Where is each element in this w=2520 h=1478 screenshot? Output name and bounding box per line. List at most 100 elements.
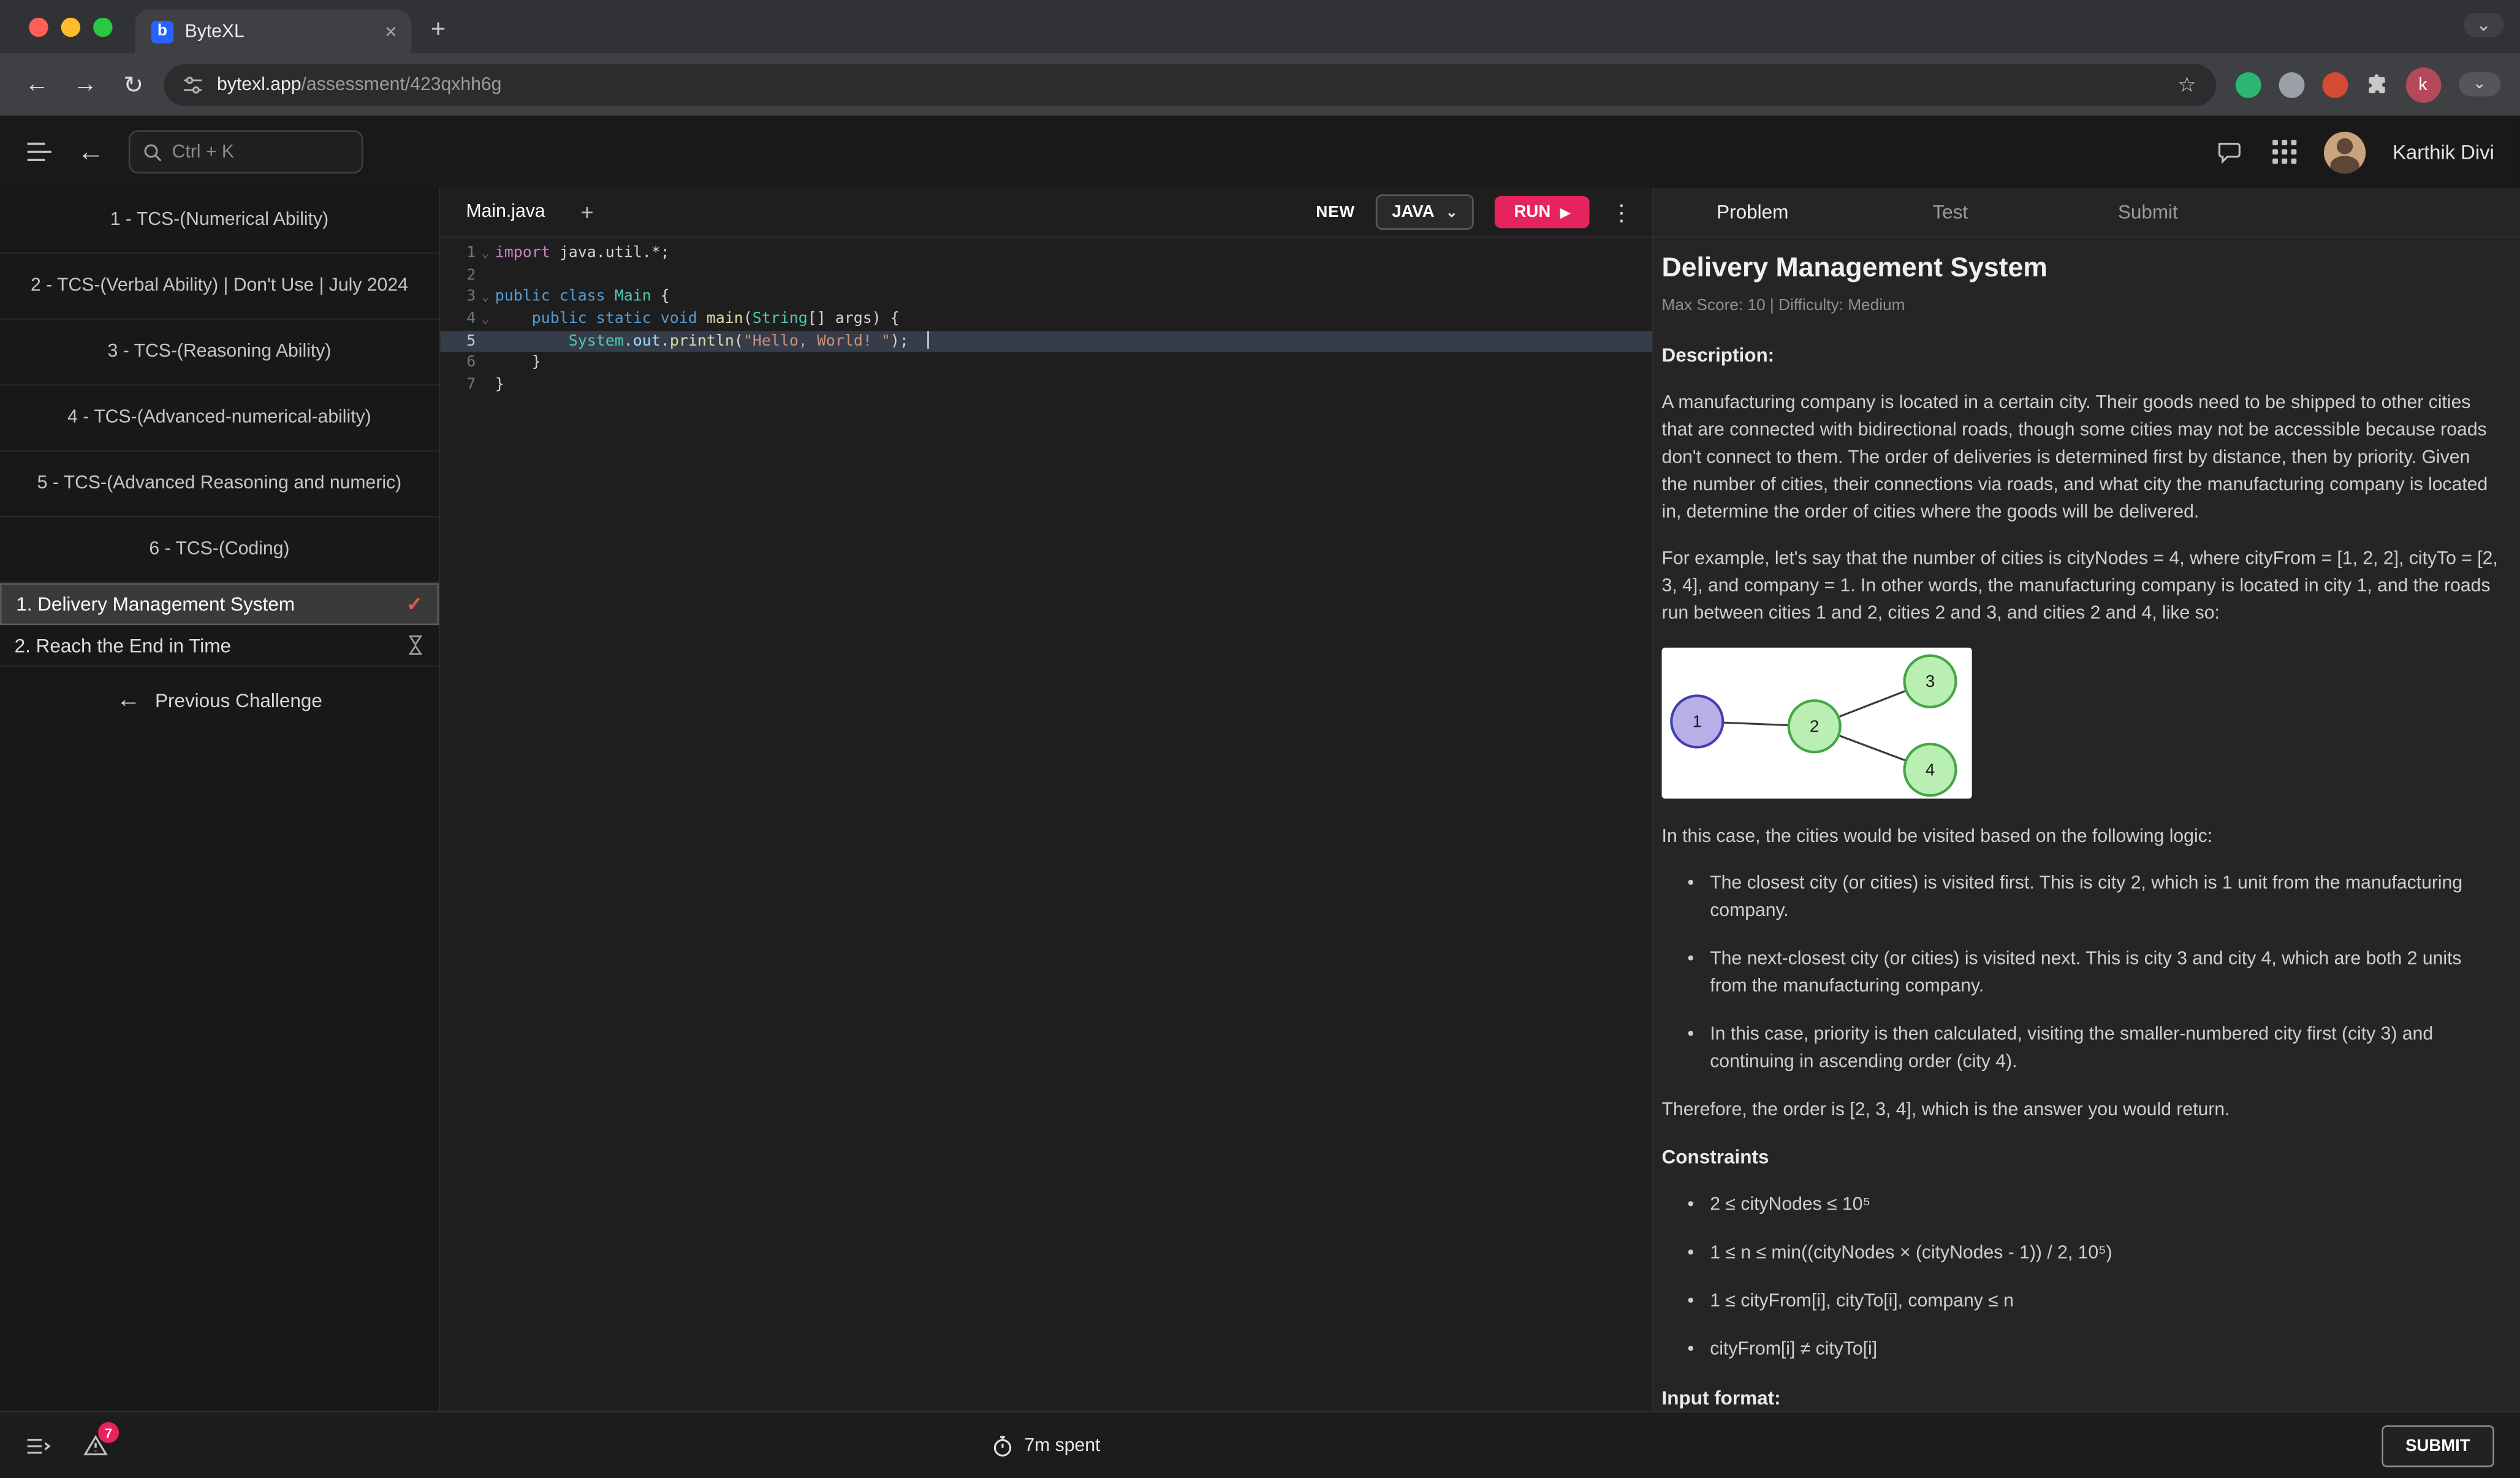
user-avatar[interactable]	[2323, 131, 2365, 173]
browser-toolbar: ← → ↻ bytexl.app/assessment/423qxhh6g ☆ …	[0, 53, 2520, 116]
browser-profile-avatar[interactable]: k	[2405, 67, 2441, 102]
problem-content: Delivery Management System Max Score: 10…	[1653, 238, 2519, 1411]
constraints-heading: Constraints	[1662, 1144, 2499, 1172]
description-paragraph: A manufacturing company is located in a …	[1662, 390, 2499, 527]
order-note: Therefore, the order is [2, 3, 4], which…	[1662, 1097, 2499, 1125]
search-icon	[143, 142, 162, 161]
fold-icon[interactable]: ⌄	[476, 243, 495, 265]
svg-text:1: 1	[1693, 712, 1702, 731]
browser-reload-button[interactable]: ↻	[116, 70, 151, 99]
browser-forward-button[interactable]: →	[67, 70, 103, 98]
menu-icon[interactable]	[26, 142, 53, 162]
constraint-list: 2 ≤ cityNodes ≤ 10⁵1 ≤ n ≤ min((cityNode…	[1688, 1192, 2499, 1365]
sidebar-section-item[interactable]: 5 - TCS-(Advanced Reasoning and numeric)	[0, 452, 439, 518]
extension-icon-2[interactable]	[2279, 72, 2304, 97]
page-url: bytexl.app/assessment/423qxhh6g	[217, 75, 501, 94]
fold-icon	[476, 374, 495, 396]
logic-bullet-item: The next-closest city (or cities) is vis…	[1688, 947, 2499, 1001]
apps-grid-icon[interactable]	[2272, 140, 2296, 164]
line-text: }	[495, 374, 504, 396]
city-graph-image: 1 2 3 4	[1662, 648, 1972, 799]
browser-tab-title: ByteXL	[185, 21, 374, 40]
search-input[interactable]	[172, 142, 349, 161]
previous-challenge-button[interactable]: ← Previous Challenge	[0, 686, 439, 714]
bytexl-favicon: b	[151, 20, 174, 43]
run-button[interactable]: RUN ▶	[1495, 196, 1589, 228]
chevron-down-icon: ⌄	[1446, 203, 1458, 221]
code-line[interactable]: 7}	[441, 374, 1652, 396]
line-number: 2	[441, 265, 476, 287]
minimize-window-button[interactable]	[61, 17, 80, 36]
fold-icon[interactable]: ⌄	[476, 287, 495, 309]
panel-tab-test[interactable]: Test	[1851, 188, 2049, 237]
svg-text:3: 3	[1926, 672, 1935, 691]
warnings-indicator[interactable]: 7	[83, 1435, 107, 1456]
fold-icon	[476, 265, 495, 287]
footer-left: 7	[26, 1435, 108, 1456]
logic-intro: In this case, the cities would be visite…	[1662, 824, 2499, 852]
browser-tab[interactable]: b ByteXL ×	[135, 10, 411, 53]
submit-button[interactable]: SUBMIT	[2381, 1425, 2494, 1466]
hourglass-icon	[406, 635, 424, 656]
problem-item-label: 2. Reach the End in Time	[15, 634, 407, 657]
extensions-puzzle-icon[interactable]	[2365, 73, 2388, 96]
constraint-item: 1 ≤ cityFrom[i], cityTo[i], company ≤ n	[1688, 1289, 2499, 1316]
sidebar-section-item[interactable]: 3 - TCS-(Reasoning Ability)	[0, 320, 439, 386]
extension-icon-3[interactable]	[2321, 72, 2347, 97]
code-line[interactable]: 6 }	[441, 352, 1652, 374]
sidebar-section-item[interactable]: 1 - TCS-(Numerical Ability)	[0, 188, 439, 254]
chat-icon[interactable]	[2216, 139, 2245, 165]
sidebar-section-list: 1 - TCS-(Numerical Ability)2 - TCS-(Verb…	[0, 188, 439, 583]
browser-menu-chip[interactable]: ⌄	[2458, 72, 2500, 96]
console-toggle-icon[interactable]	[26, 1436, 51, 1455]
sidebar-problem-item[interactable]: 2. Reach the End in Time	[0, 625, 439, 667]
editor-menu-icon[interactable]: ⋮	[1611, 199, 1633, 226]
bytexl-window: b ByteXL × + ⌄ ← → ↻ bytexl.app/assessme…	[0, 0, 2520, 1478]
back-button[interactable]: ←	[77, 136, 105, 168]
svg-text:2: 2	[1810, 717, 1819, 736]
sidebar-section-item[interactable]: 2 - TCS-(Verbal Ability) | Don't Use | J…	[0, 254, 439, 320]
code-line[interactable]: 5 System.out.println("Hello, World! ");	[441, 331, 1652, 353]
code-line[interactable]: 4⌄ public static void main(String[] args…	[441, 309, 1652, 331]
fold-icon[interactable]: ⌄	[476, 309, 495, 331]
file-tab-main-java[interactable]: Main.java	[441, 188, 571, 237]
bookmark-star-icon[interactable]: ☆	[2177, 72, 2196, 97]
close-tab-icon[interactable]: ×	[385, 21, 397, 42]
address-bar[interactable]: bytexl.app/assessment/423qxhh6g ☆	[164, 64, 2215, 105]
zoom-window-button[interactable]	[93, 17, 112, 36]
code-line[interactable]: 1⌄import java.util.*;	[441, 243, 1652, 265]
code-line[interactable]: 3⌄public class Main {	[441, 287, 1652, 309]
line-number: 1	[441, 243, 476, 265]
svg-text:4: 4	[1926, 760, 1935, 779]
new-tab-button[interactable]: +	[431, 16, 446, 45]
line-text: System.out.println("Hello, World! ");	[495, 331, 930, 353]
language-selector[interactable]: JAVA ⌄	[1376, 194, 1474, 230]
sidebar-section-item[interactable]: 6 - TCS-(Coding)	[0, 517, 439, 583]
panel-tab-submit[interactable]: Submit	[2049, 188, 2247, 237]
code-line[interactable]: 2	[441, 265, 1652, 287]
constraint-item: 1 ≤ n ≤ min((cityNodes × (cityNodes - 1)…	[1688, 1240, 2499, 1268]
site-info-icon[interactable]	[183, 75, 202, 94]
sidebar-section-item[interactable]: 4 - TCS-(Advanced-numerical-ability)	[0, 385, 439, 452]
extension-icon-1[interactable]	[2235, 72, 2261, 97]
line-number: 4	[441, 309, 476, 331]
line-number: 5	[441, 331, 476, 353]
time-spent-label: 7m spent	[1024, 1436, 1100, 1455]
check-icon: ✓	[406, 593, 422, 616]
search-box[interactable]	[129, 130, 363, 173]
constraint-item: cityFrom[i] ≠ cityTo[i]	[1688, 1337, 2499, 1365]
tab-search-button[interactable]: ⌄	[2464, 13, 2504, 37]
code-area[interactable]: 1⌄import java.util.*;23⌄public class Mai…	[441, 238, 1652, 1411]
add-file-button[interactable]: +	[571, 199, 604, 225]
panel-tab-problem[interactable]: Problem	[1653, 188, 1851, 237]
sidebar-problem-item[interactable]: 1. Delivery Management System✓	[0, 583, 439, 625]
close-window-button[interactable]	[29, 17, 48, 36]
problem-meta: Max Score: 10 | Difficulty: Medium	[1662, 292, 2499, 320]
main-content: 1 - TCS-(Numerical Ability)2 - TCS-(Verb…	[0, 188, 2520, 1411]
line-text: public class Main {	[495, 287, 670, 309]
line-number: 3	[441, 287, 476, 309]
assessment-sidebar: 1 - TCS-(Numerical Ability)2 - TCS-(Verb…	[0, 188, 441, 1411]
language-label: JAVA	[1392, 202, 1434, 221]
browser-back-button[interactable]: ←	[19, 70, 55, 98]
problem-title: Delivery Management System	[1662, 254, 2499, 281]
